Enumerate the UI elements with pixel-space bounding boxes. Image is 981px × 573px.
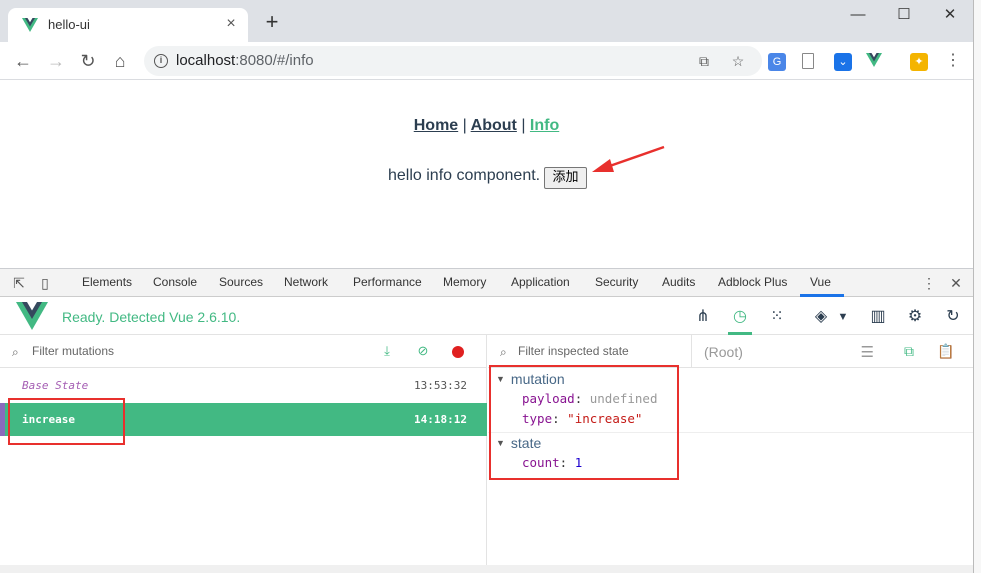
info-component-text: hello info component.: [388, 167, 541, 184]
root-select[interactable]: (Root) ☰: [691, 335, 888, 368]
devtools-tab-adblock[interactable]: Adblock Plus: [718, 275, 787, 289]
performance-tab-icon[interactable]: ▥: [867, 306, 889, 328]
refresh-icon[interactable]: ↻: [942, 306, 964, 328]
devtools-menu-icon[interactable]: ⋮: [920, 274, 938, 292]
devtools-tab-network[interactable]: Network: [284, 275, 328, 289]
annotation-arrow: [592, 145, 665, 172]
home-icon[interactable]: ⌂: [109, 50, 131, 72]
browser-toolbar: ← → ↻ ⌂ i localhost:8080/#/info ⧉ ☆ G ⌄ …: [0, 42, 981, 80]
minimize-button[interactable]: —: [836, 4, 880, 26]
nav-separator: |: [521, 117, 526, 134]
window-edge: [973, 0, 981, 573]
search-icon: ⌕: [12, 345, 19, 359]
tab-title: hello-ui: [48, 17, 90, 32]
devtools-panel: ⇱ ▯ Elements Console Sources Network Per…: [0, 268, 973, 566]
devtools-close-icon[interactable]: ✕: [947, 274, 965, 292]
filter-state-input[interactable]: Filter inspected state: [518, 344, 629, 358]
record-icon[interactable]: [452, 346, 464, 358]
nav-link-home[interactable]: Home: [414, 117, 458, 134]
routing-tab-icon[interactable]: ◈: [810, 306, 832, 328]
annotation-box-state: [489, 365, 679, 480]
devtools-tabbar: ⇱ ▯ Elements Console Sources Network Per…: [0, 269, 973, 297]
bookmark-star-icon[interactable]: ☆: [730, 53, 746, 69]
mutation-filter-row: ⌕ Filter mutations ⤓ ⊘: [0, 335, 487, 368]
new-tab-button[interactable]: +: [262, 11, 282, 33]
window-bottom-edge: [0, 565, 973, 573]
browser-titlebar: hello-ui × + — ☐ ✕: [0, 0, 981, 42]
translate-icon[interactable]: ⧉: [696, 53, 712, 69]
nav-separator: |: [462, 117, 467, 134]
search-icon: ⌕: [500, 345, 507, 359]
devtools-tab-audits[interactable]: Audits: [662, 275, 695, 289]
browser-tab[interactable]: hello-ui ×: [8, 8, 248, 42]
annotation-box-mutation: [8, 398, 125, 445]
components-tab-icon[interactable]: ⋔: [692, 306, 714, 328]
chevron-down-icon[interactable]: ▼: [832, 306, 854, 328]
vue-logo-icon: [16, 302, 48, 330]
paste-icon[interactable]: 📋: [937, 343, 954, 359]
reload-icon[interactable]: ↻: [77, 50, 99, 72]
add-button[interactable]: 添加: [544, 167, 587, 189]
state-filter-row: ⌕ Filter inspected state (Root) ☰ ⧉ 📋: [488, 335, 973, 368]
selection-marker: [0, 403, 5, 436]
forward-icon[interactable]: →: [45, 50, 67, 72]
vue-logo-icon: [22, 18, 38, 32]
devtools-tab-application[interactable]: Application: [511, 275, 570, 289]
browser-menu-icon[interactable]: ⋮: [942, 50, 964, 72]
mutations-pane: ⌕ Filter mutations ⤓ ⊘ Base State 13:53:…: [0, 335, 487, 566]
close-window-button[interactable]: ✕: [928, 4, 972, 26]
devtools-tab-console[interactable]: Console: [153, 275, 197, 289]
active-tab-indicator: [800, 294, 844, 297]
events-tab-icon[interactable]: ⁙: [766, 306, 788, 328]
vuex-history-tab-icon[interactable]: ◷: [729, 306, 751, 328]
devtools-tab-performance[interactable]: Performance: [353, 275, 422, 289]
vue-devtools-header: Ready. Detected Vue 2.6.10. ⋔ ◷ ⁙ ◈ ▼ ▥ …: [0, 298, 973, 335]
filter-lines-icon[interactable]: ☰: [861, 343, 874, 361]
bookmark-extension-icon[interactable]: [802, 53, 814, 69]
revert-all-icon[interactable]: ⊘: [415, 343, 431, 359]
nav-link-about[interactable]: About: [471, 117, 517, 134]
vue-ready-status: Ready. Detected Vue 2.6.10.: [62, 309, 241, 325]
devtools-tab-memory[interactable]: Memory: [443, 275, 486, 289]
profile-extension-icon[interactable]: ✦: [910, 53, 928, 71]
copy-icon[interactable]: ⧉: [901, 343, 917, 359]
tab-close-icon[interactable]: ×: [222, 15, 240, 33]
pocket-extension-icon[interactable]: ⌄: [834, 53, 852, 71]
device-toolbar-icon[interactable]: ▯: [36, 274, 54, 292]
router-nav: Home | About | Info: [0, 117, 973, 135]
page-viewport: Home | About | Info hello info component…: [0, 81, 973, 268]
settings-tab-icon[interactable]: ⚙: [904, 306, 926, 328]
vue-devtools-extension-icon[interactable]: [866, 53, 882, 67]
site-info-icon[interactable]: i: [154, 54, 168, 68]
inspect-element-icon[interactable]: ⇱: [10, 274, 28, 292]
commit-all-icon[interactable]: ⤓: [379, 343, 395, 359]
devtools-tab-sources[interactable]: Sources: [219, 275, 263, 289]
devtools-tab-security[interactable]: Security: [595, 275, 638, 289]
maximize-button[interactable]: ☐: [882, 4, 926, 26]
nav-link-info[interactable]: Info: [530, 117, 559, 134]
devtools-tab-vue[interactable]: Vue: [810, 275, 831, 289]
filter-mutations-input[interactable]: Filter mutations: [32, 344, 114, 358]
back-icon[interactable]: ←: [12, 50, 34, 72]
url-text[interactable]: localhost:8080/#/info: [176, 52, 314, 69]
devtools-tab-elements[interactable]: Elements: [82, 275, 132, 289]
address-bar[interactable]: i localhost:8080/#/info ⧉ ☆: [144, 46, 762, 76]
google-translate-extension-icon[interactable]: G: [768, 53, 786, 71]
